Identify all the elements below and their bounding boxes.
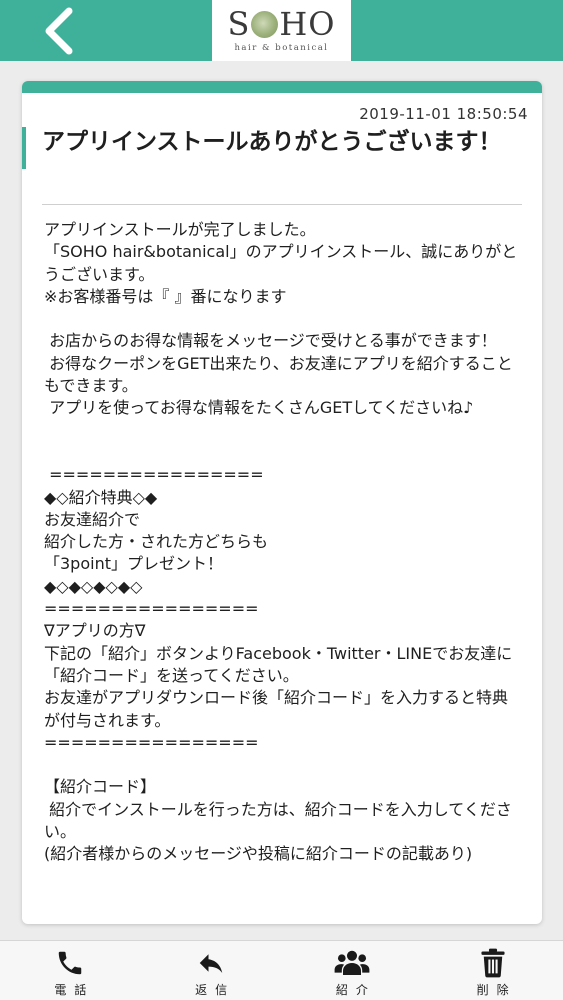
back-button[interactable]: [30, 4, 86, 58]
share-label: 紹介: [335, 983, 376, 997]
app-header: S HO hair & botanical: [0, 0, 563, 61]
message-title: アプリインストールありがとうございます！: [42, 129, 502, 155]
reply-button[interactable]: 返信: [141, 941, 282, 1000]
delete-label: 削除: [476, 983, 517, 997]
message-timestamp: 2019-11-01 18:50:54: [359, 105, 528, 123]
delete-button[interactable]: 削除: [422, 941, 563, 1000]
chevron-left-icon: [45, 7, 73, 55]
phone-icon: [52, 947, 88, 979]
phone-label: 電話: [54, 983, 95, 997]
message-body: アプリインストールが完了しました。 「SOHO hair&botanical」の…: [44, 220, 518, 864]
title-accent-bar: [22, 127, 26, 169]
message-card: 2019-11-01 18:50:54 アプリインストールありがとうございます！…: [22, 81, 542, 924]
logo-wordmark: S HO: [227, 5, 336, 43]
brand-logo: S HO hair & botanical: [212, 0, 351, 61]
share-button[interactable]: 紹介: [282, 941, 423, 1000]
bottom-toolbar: 電話 返信 紹介 削除: [0, 940, 563, 1000]
phone-button[interactable]: 電話: [0, 941, 141, 1000]
title-divider: [42, 204, 522, 205]
botanical-wreath-icon: [251, 11, 279, 38]
logo-subtitle: hair & botanical: [234, 43, 329, 53]
trash-icon: [475, 947, 511, 979]
reply-icon: [193, 947, 229, 979]
card-accent-bar: [22, 81, 542, 93]
reply-label: 返信: [195, 983, 236, 997]
users-icon: [334, 947, 370, 979]
